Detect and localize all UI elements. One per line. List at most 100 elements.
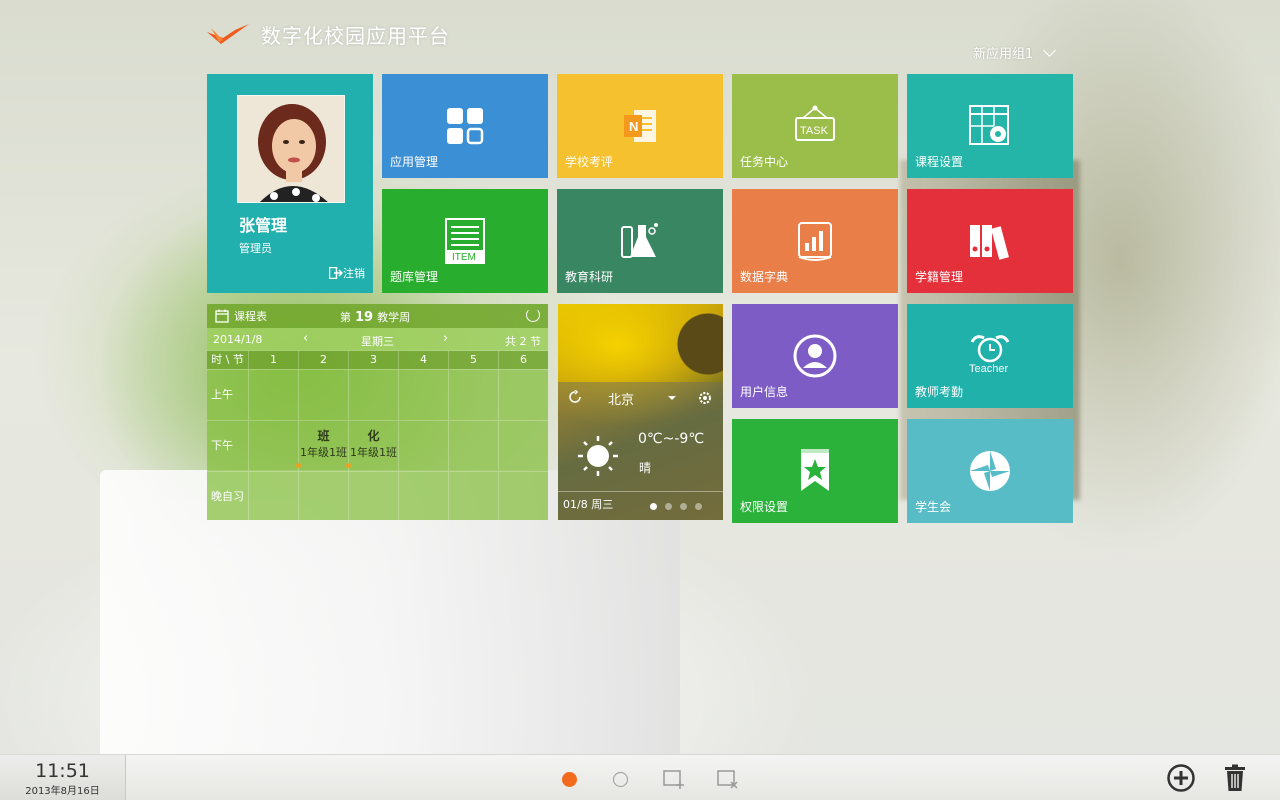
schedule-cell[interactable] [498,421,548,471]
tile-education-research[interactable]: 教育科研 [557,189,723,293]
schedule-cell[interactable] [498,370,548,420]
binders-icon [970,225,1009,260]
avatar-portrait [238,96,344,202]
schedule-cell[interactable] [398,472,448,522]
schedule-date: 2014/1/8 [213,333,263,346]
weather-temperature: 0℃~-9℃ [638,431,705,447]
remove-page-icon[interactable] [716,767,740,791]
schedule-total: 共 2 节 [505,335,541,348]
weather-page-dot[interactable] [665,503,672,510]
refresh-icon[interactable] [526,308,540,322]
schedule-cell[interactable] [498,472,548,522]
schedule-cell[interactable] [248,421,298,471]
add-page-icon[interactable] [662,767,686,791]
schedule-cell[interactable] [398,421,448,471]
weather-page-dot[interactable] [695,503,702,510]
notebook-icon: N [624,110,656,142]
period-header: 4 [398,351,448,369]
app-group-label: 新应用组1 [973,47,1034,62]
weather-refresh-icon[interactable] [568,390,582,404]
task-icon-text: TASK [800,125,829,137]
tile-task-center[interactable]: TASK 任务中心 [732,74,898,178]
app-group-dropdown[interactable]: 新应用组1 [973,43,1057,62]
clock: 11:51 2013年8月16日 [0,755,126,800]
tile-label: 权限设置 [740,500,789,514]
clock-date: 2013年8月16日 [25,786,100,797]
tile-permission-settings[interactable]: 权限设置 [732,419,898,523]
user-profile-tile[interactable]: 张管理 管理员 注销 [207,74,373,293]
course-marker [296,463,301,468]
prev-day-button[interactable]: ‹ [303,331,308,346]
tile-label: 数据字典 [740,270,789,284]
schedule-cell[interactable] [398,370,448,420]
user-name: 张管理 [239,216,288,235]
schedule-header-row: 时 \ 节 1 2 3 4 5 6 [207,350,548,369]
item-icon-text: ITEM [452,252,476,263]
tile-question-bank[interactable]: ITEM 题库管理 [382,189,548,293]
period-header: 1 [248,351,298,369]
clock-time: 11:51 [35,760,90,782]
desktop-pager [562,772,628,787]
tile-label: 教师考勤 [915,385,964,399]
week-prefix: 第 [340,311,351,324]
logout-button[interactable]: 注销 [329,265,365,281]
schedule-cell[interactable] [248,370,298,420]
tile-label: 学校考评 [565,155,614,169]
schedule-header: 课程表 第 19 教学周 [207,304,548,328]
user-circle-icon [793,334,837,378]
schedule-cell[interactable] [348,472,398,522]
schedule-table: 时 \ 节 1 2 3 4 5 6 上午 下午 班 1年级1班 化 1年级1班 … [207,350,548,522]
weather-page-dot[interactable] [680,503,687,510]
next-day-button[interactable]: › [443,331,448,346]
app-header: 数字化校园应用平台 [205,20,450,49]
app-title: 数字化校园应用平台 [261,24,450,48]
schedule-cell[interactable] [298,472,348,522]
tile-label: 任务中心 [740,155,789,169]
row-label: 晚自习 [211,490,244,503]
course-entry: 化 1年级1班 [349,427,398,460]
caret-down-icon[interactable] [668,396,676,400]
sun-icon [578,436,618,476]
page-dot[interactable] [613,772,628,787]
corner-header: 时 \ 节 [207,351,248,369]
schedule-cell[interactable] [448,421,498,471]
course-subject: 化 [367,429,380,443]
gear-icon[interactable] [697,390,713,406]
calendar-gear-icon [969,105,1009,145]
tile-teacher-attendance[interactable]: Teacher 教师考勤 [907,304,1073,408]
schedule-cell[interactable] [248,472,298,522]
tile-course-settings[interactable]: 课程设置 [907,74,1073,178]
tile-school-evaluation[interactable]: N 学校考评 [557,74,723,178]
logo-icon [207,23,249,44]
weather-city[interactable]: 北京 [608,389,634,408]
add-app-icon[interactable] [1166,763,1196,793]
week-suffix: 教学周 [377,311,411,324]
weather-condition: 晴 [639,461,652,475]
tile-label: 学籍管理 [915,270,964,284]
tile-student-union[interactable]: 学生会 [907,419,1073,523]
schedule-subheader: 2014/1/8 ‹ 星期三 › 共 2 节 [207,328,548,350]
schedule-cell[interactable] [448,472,498,522]
schedule-cell[interactable]: 化 1年级1班 [346,421,398,471]
bookmark-star-icon [801,449,829,491]
schedule-row-morning: 上午 [207,369,548,420]
course-class: 1年级1班 [350,446,397,459]
schedule-cell[interactable] [298,370,348,420]
schedule-cell[interactable] [348,370,398,420]
tile-app-management[interactable]: 应用管理 [382,74,548,178]
schedule-cell[interactable]: 班 1年级1班 [296,421,348,471]
tile-label: 用户信息 [740,385,789,399]
tile-student-records[interactable]: 学籍管理 [907,189,1073,293]
trash-icon[interactable] [1223,764,1247,792]
tile-label: 应用管理 [390,155,439,169]
weather-pager [650,503,702,510]
task-board-icon: TASK [795,105,835,141]
tile-data-dictionary[interactable]: 数据字典 [732,189,898,293]
grid-icon [447,108,484,145]
schedule-cell[interactable] [448,370,498,420]
weather-page-dot[interactable] [650,503,657,510]
page-dot-active[interactable] [562,772,577,787]
divider [558,491,723,492]
row-label: 下午 [211,439,233,452]
tile-user-info[interactable]: 用户信息 [732,304,898,408]
